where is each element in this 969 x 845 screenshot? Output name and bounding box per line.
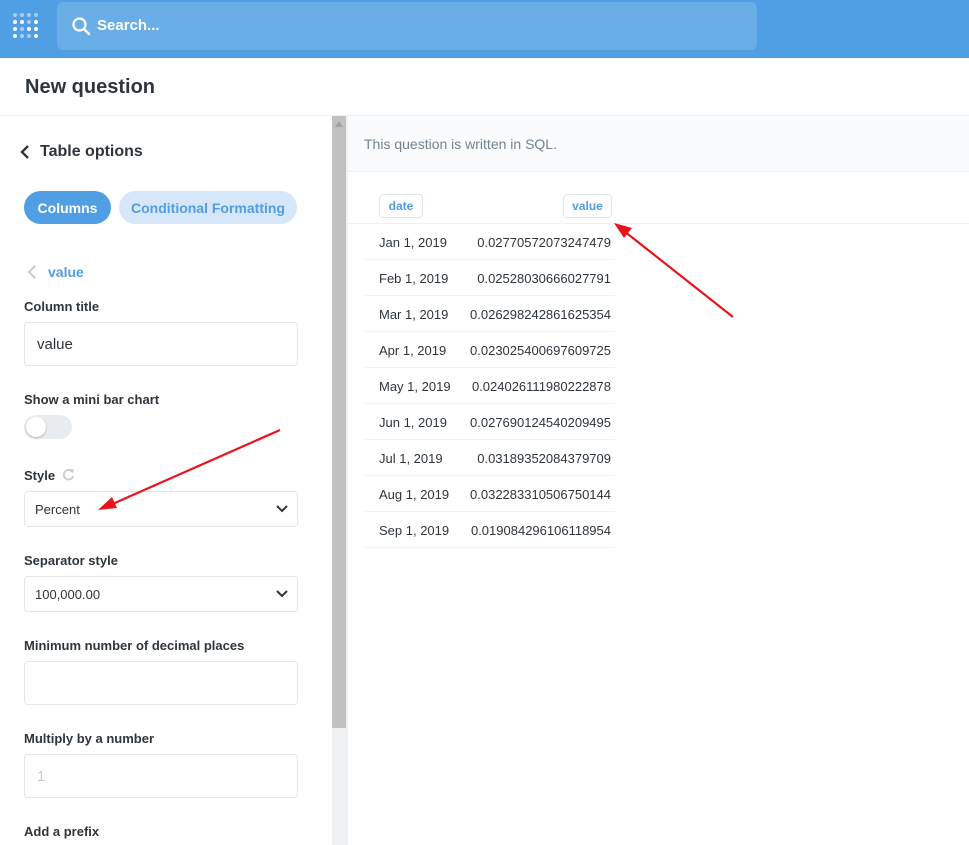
column-back-button[interactable]: value: [26, 264, 84, 280]
value-cell: 0.03189352084379709: [477, 451, 611, 466]
min-decimals-label: Minimum number of decimal places: [24, 638, 245, 653]
value-cell: 0.019084296106118954: [470, 523, 611, 538]
value-cell: 0.027690124540209495: [470, 415, 611, 430]
table-options-back-button[interactable]: Table options: [18, 142, 143, 162]
multiply-placeholder: 1: [37, 768, 46, 785]
min-decimals-input[interactable]: [24, 661, 298, 705]
style-label: Style: [24, 468, 56, 483]
value-cell: 0.026298242861625354: [470, 307, 611, 322]
table-row[interactable]: May 1, 2019 0.024026111980222878: [364, 368, 615, 404]
chevron-down-icon: [276, 505, 288, 513]
sql-notice-bar: This question is written in SQL.: [348, 116, 969, 172]
date-cell: May 1, 2019: [379, 379, 451, 394]
column-name-label: value: [48, 264, 84, 280]
separator-style-select[interactable]: 100,000.00: [24, 576, 298, 612]
tab-columns[interactable]: Columns: [24, 191, 111, 224]
date-cell: Jun 1, 2019: [379, 415, 447, 430]
multiply-input[interactable]: 1: [24, 754, 298, 798]
table-row[interactable]: Jun 1, 2019 0.027690124540209495: [364, 404, 615, 440]
date-cell: Jan 1, 2019: [379, 235, 447, 250]
results-area: This question is written in SQL. date va…: [348, 116, 969, 845]
search-bar[interactable]: Search...: [57, 2, 757, 50]
sidebar-scrollbar[interactable]: [332, 116, 348, 845]
style-select-value: Percent: [35, 502, 80, 517]
value-cell: 0.024026111980222878: [471, 379, 611, 394]
table-row[interactable]: Aug 1, 2019 0.032283310506750144: [364, 476, 615, 512]
table-row[interactable]: Feb 1, 2019 0.02528030666027791: [364, 260, 615, 296]
column-title-input[interactable]: value: [24, 322, 298, 366]
prefix-label: Add a prefix: [24, 824, 100, 839]
search-icon: [72, 17, 91, 36]
value-cell: 0.02528030666027791: [477, 271, 611, 286]
page-title: New question: [25, 76, 156, 98]
date-cell: Sep 1, 2019: [379, 523, 450, 538]
table-row[interactable]: Jul 1, 2019 0.03189352084379709: [364, 440, 615, 476]
column-header-value[interactable]: value: [563, 194, 612, 218]
chevron-left-icon: [20, 145, 29, 159]
scroll-up-icon[interactable]: [335, 121, 343, 127]
refresh-icon[interactable]: [62, 468, 75, 481]
date-cell: Mar 1, 2019: [379, 307, 449, 322]
date-cell: Feb 1, 2019: [379, 271, 449, 286]
date-cell: Jul 1, 2019: [379, 451, 443, 466]
sql-notice: This question is written in SQL.: [364, 136, 557, 152]
table-row[interactable]: Mar 1, 2019 0.026298242861625354: [364, 296, 615, 332]
question-header: New question: [0, 58, 969, 116]
mini-bar-chart-label: Show a mini bar chart: [24, 392, 160, 407]
style-select[interactable]: Percent: [24, 491, 298, 527]
separator-style-value: 100,000.00: [35, 587, 101, 602]
column-header-date[interactable]: date: [379, 194, 423, 218]
column-title-value: value: [37, 336, 73, 353]
tab-conditional-formatting[interactable]: Conditional Formatting: [119, 191, 297, 224]
date-cell: Aug 1, 2019: [379, 487, 450, 502]
chevron-down-icon: [276, 590, 288, 598]
chevron-left-icon: [27, 265, 36, 279]
date-cell: Apr 1, 2019: [379, 343, 447, 358]
mini-bar-chart-toggle[interactable]: [24, 415, 72, 439]
value-cell: 0.023025400697609725: [470, 343, 611, 358]
search-input[interactable]: Search...: [97, 17, 160, 34]
scrollbar-thumb[interactable]: [332, 116, 346, 728]
table-options-sidebar: Table options Columns Conditional Format…: [0, 116, 332, 845]
value-cell: 0.032283310506750144: [470, 487, 611, 502]
value-cell: 0.02770572073247479: [477, 235, 611, 250]
metabase-logo-icon[interactable]: [12, 12, 40, 42]
table-row[interactable]: Sep 1, 2019 0.019084296106118954: [364, 512, 615, 548]
multiply-label: Multiply by a number: [24, 731, 155, 746]
top-nav-bar: Search...: [0, 0, 969, 58]
table-row[interactable]: Jan 1, 2019 0.02770572073247479: [364, 224, 615, 260]
table-options-label: Table options: [40, 143, 143, 160]
table-row[interactable]: Apr 1, 2019 0.023025400697609725: [364, 332, 615, 368]
column-title-label: Column title: [24, 299, 100, 314]
toggle-knob: [26, 417, 46, 437]
separator-style-label: Separator style: [24, 553, 118, 568]
